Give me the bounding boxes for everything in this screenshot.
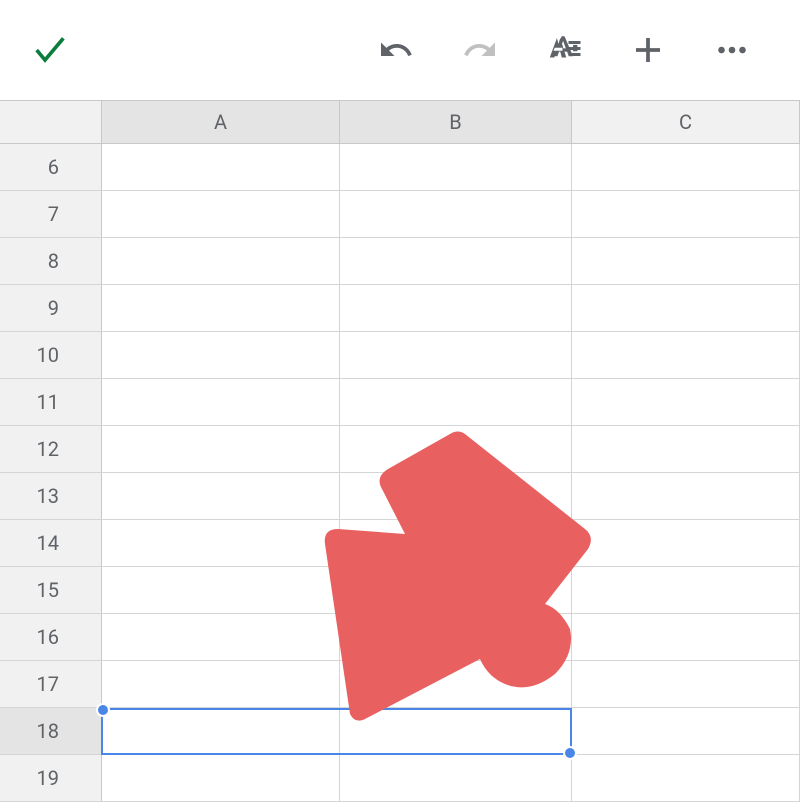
row-header-15[interactable]: 15 xyxy=(0,567,102,613)
cell-b16[interactable] xyxy=(340,614,572,660)
row-10: 10 xyxy=(0,332,800,379)
confirm-button[interactable] xyxy=(30,30,70,70)
row-header-10[interactable]: 10 xyxy=(0,332,102,378)
cell-a17[interactable] xyxy=(102,661,340,707)
cell-b6[interactable] xyxy=(340,144,572,190)
cell-a9[interactable] xyxy=(102,285,340,331)
cell-b12[interactable] xyxy=(340,426,572,472)
cell-b15[interactable] xyxy=(340,567,572,613)
cell-a10[interactable] xyxy=(102,332,340,378)
cell-a15[interactable] xyxy=(102,567,340,613)
cell-b19[interactable] xyxy=(340,755,572,801)
cell-a8[interactable] xyxy=(102,238,340,284)
row-16: 16 xyxy=(0,614,800,661)
row-header-12[interactable]: 12 xyxy=(0,426,102,472)
cell-b9[interactable] xyxy=(340,285,572,331)
row-8: 8 xyxy=(0,238,800,285)
add-button[interactable] xyxy=(630,32,666,68)
row-header-11[interactable]: 11 xyxy=(0,379,102,425)
select-all-corner[interactable] xyxy=(0,101,102,143)
cell-c17[interactable] xyxy=(572,661,800,707)
row-18: 18 xyxy=(0,708,800,755)
row-header-7[interactable]: 7 xyxy=(0,191,102,237)
row-header-17[interactable]: 17 xyxy=(0,661,102,707)
column-header-b[interactable]: B xyxy=(340,101,572,143)
cell-a19[interactable] xyxy=(102,755,340,801)
cell-c14[interactable] xyxy=(572,520,800,566)
cell-b18[interactable] xyxy=(340,708,572,754)
row-12: 12 xyxy=(0,426,800,473)
cell-c15[interactable] xyxy=(572,567,800,613)
cell-c12[interactable] xyxy=(572,426,800,472)
cell-b10[interactable] xyxy=(340,332,572,378)
row-15: 15 xyxy=(0,567,800,614)
row-14: 14 xyxy=(0,520,800,567)
row-13: 13 xyxy=(0,473,800,520)
plus-icon xyxy=(630,32,666,68)
row-header-13[interactable]: 13 xyxy=(0,473,102,519)
undo-button[interactable] xyxy=(378,32,414,68)
cell-c10[interactable] xyxy=(572,332,800,378)
cell-c6[interactable] xyxy=(572,144,800,190)
cell-a16[interactable] xyxy=(102,614,340,660)
check-icon xyxy=(30,30,70,70)
cell-a13[interactable] xyxy=(102,473,340,519)
row-header-14[interactable]: 14 xyxy=(0,520,102,566)
row-7: 7 xyxy=(0,191,800,238)
redo-button[interactable] xyxy=(462,32,498,68)
cell-a18[interactable] xyxy=(102,708,340,754)
row-6: 6 xyxy=(0,144,800,191)
grid-body: 6 7 8 9 10 11 xyxy=(0,144,800,802)
cell-a14[interactable] xyxy=(102,520,340,566)
row-header-16[interactable]: 16 xyxy=(0,614,102,660)
row-17: 17 xyxy=(0,661,800,708)
cell-c19[interactable] xyxy=(572,755,800,801)
toolbar xyxy=(0,0,800,100)
row-header-9[interactable]: 9 xyxy=(0,285,102,331)
cell-a12[interactable] xyxy=(102,426,340,472)
cell-c9[interactable] xyxy=(572,285,800,331)
column-header-a[interactable]: A xyxy=(102,101,340,143)
cell-c8[interactable] xyxy=(572,238,800,284)
cell-a11[interactable] xyxy=(102,379,340,425)
cell-c11[interactable] xyxy=(572,379,800,425)
cell-b13[interactable] xyxy=(340,473,572,519)
cell-b17[interactable] xyxy=(340,661,572,707)
row-header-19[interactable]: 19 xyxy=(0,755,102,801)
row-header-6[interactable]: 6 xyxy=(0,144,102,190)
cell-c18[interactable] xyxy=(572,708,800,754)
redo-icon xyxy=(462,32,498,68)
column-headers: A B C xyxy=(0,100,800,144)
format-button[interactable] xyxy=(546,32,582,68)
more-horizontal-icon xyxy=(714,32,750,68)
cell-c13[interactable] xyxy=(572,473,800,519)
cell-c7[interactable] xyxy=(572,191,800,237)
row-11: 11 xyxy=(0,379,800,426)
cell-b7[interactable] xyxy=(340,191,572,237)
cell-a7[interactable] xyxy=(102,191,340,237)
text-format-icon xyxy=(546,32,582,68)
cell-b14[interactable] xyxy=(340,520,572,566)
cell-a6[interactable] xyxy=(102,144,340,190)
cell-b11[interactable] xyxy=(340,379,572,425)
cell-c16[interactable] xyxy=(572,614,800,660)
row-header-8[interactable]: 8 xyxy=(0,238,102,284)
row-9: 9 xyxy=(0,285,800,332)
row-19: 19 xyxy=(0,755,800,802)
spreadsheet: A B C 6 7 8 9 10 xyxy=(0,100,800,802)
column-header-c[interactable]: C xyxy=(572,101,800,143)
more-button[interactable] xyxy=(714,32,750,68)
undo-icon xyxy=(378,32,414,68)
cell-b8[interactable] xyxy=(340,238,572,284)
row-header-18[interactable]: 18 xyxy=(0,708,102,754)
